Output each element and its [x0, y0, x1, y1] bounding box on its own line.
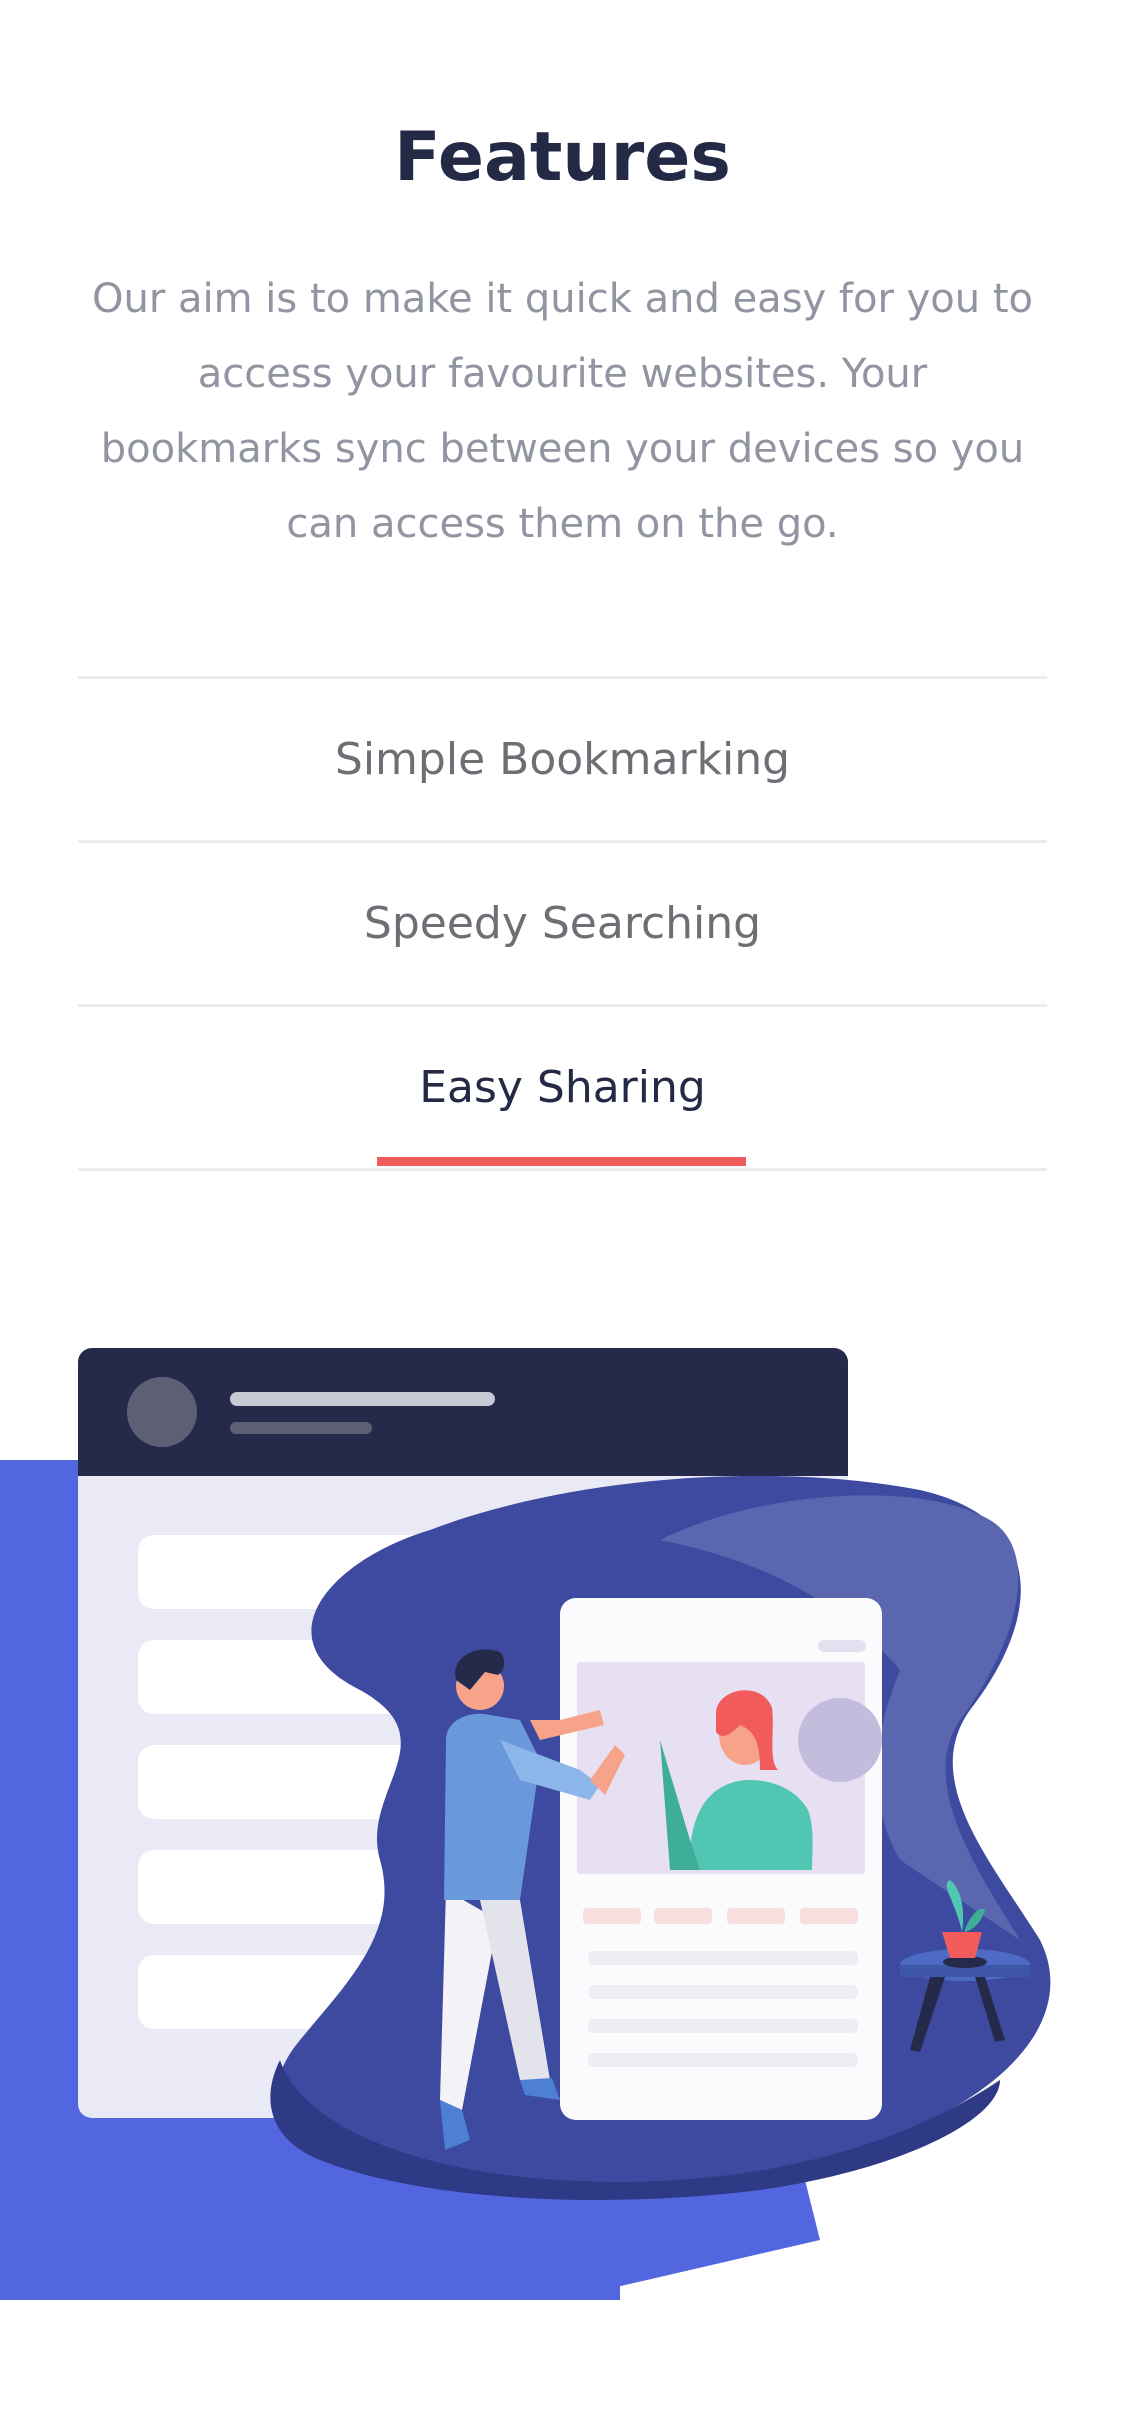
tab-label: Speedy Searching [363, 898, 762, 949]
tabs-divider [78, 1168, 1047, 1171]
feature-tabs: Simple Bookmarking Speedy Searching Easy… [78, 676, 1047, 1171]
active-tab-indicator [377, 1157, 746, 1166]
features-description: Our aim is to make it quick and easy for… [91, 276, 1033, 547]
tab-label: Simple Bookmarking [334, 734, 791, 785]
tab-speedy-searching[interactable]: Speedy Searching [78, 840, 1047, 1004]
features-title: Features [394, 118, 731, 197]
easy-sharing-illustration [0, 1340, 1125, 2300]
tab-simple-bookmarking[interactable]: Simple Bookmarking [78, 676, 1047, 840]
phone-mockup [560, 1598, 882, 2120]
tab-label: Easy Sharing [419, 1062, 706, 1113]
tab-easy-sharing[interactable]: Easy Sharing [78, 1004, 1047, 1168]
